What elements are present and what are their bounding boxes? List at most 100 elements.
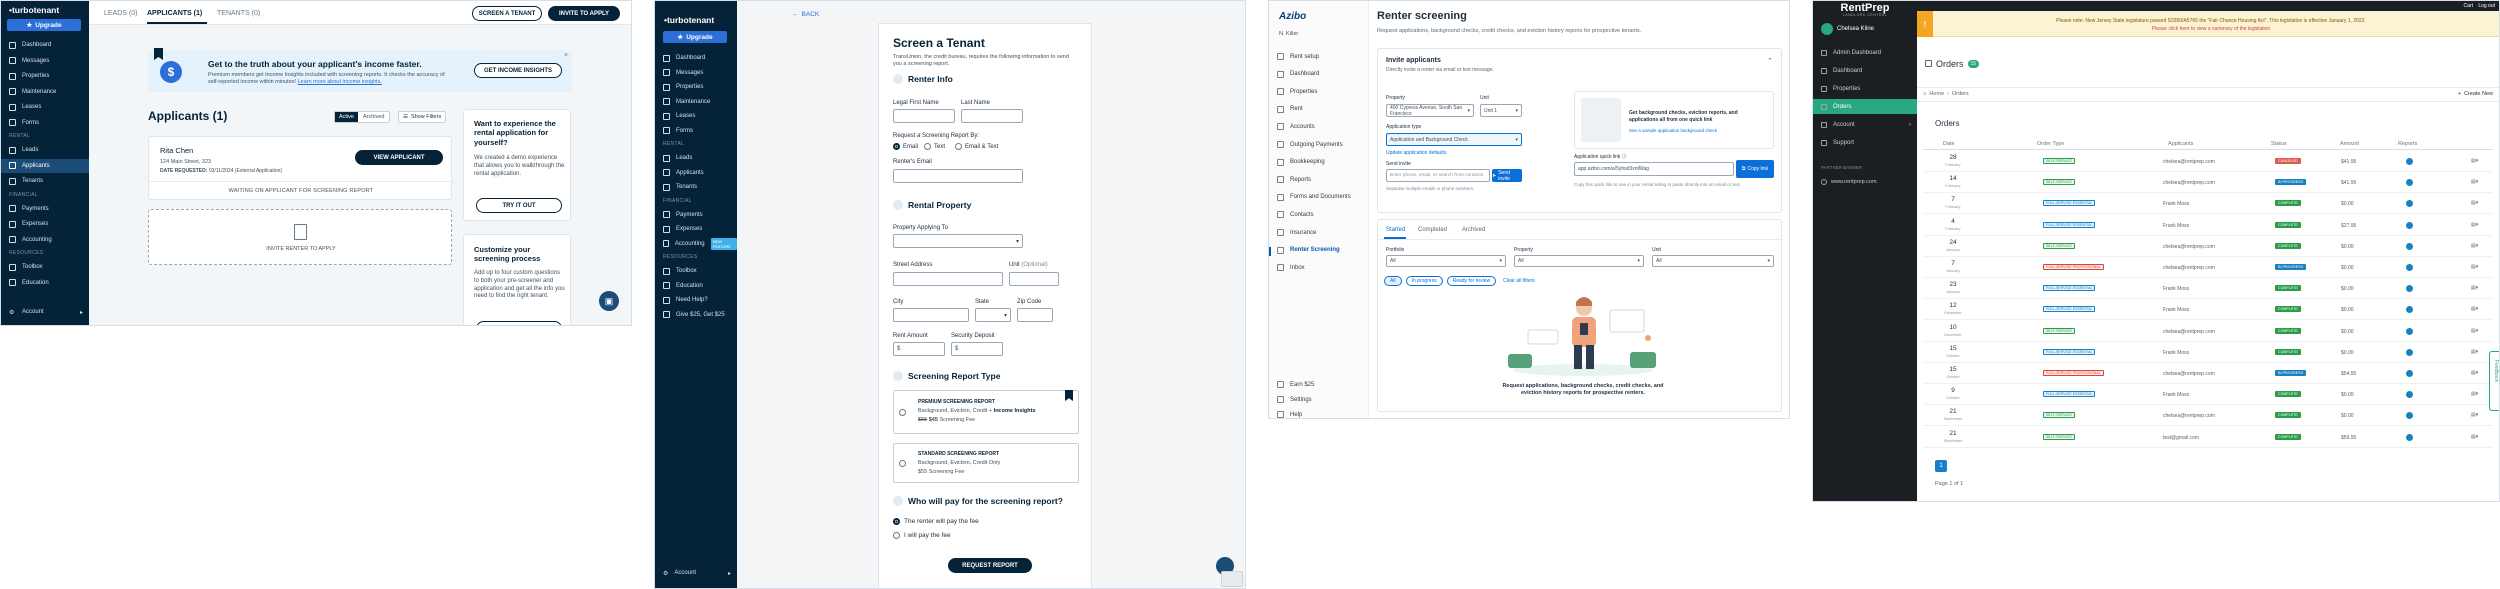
sidebar-item-leads[interactable]: Leads [655,151,737,165]
view-report-icon[interactable] [2406,264,2413,271]
column-header-amount[interactable]: Amount [2340,141,2359,147]
table-row[interactable]: 21 September SELF-SERVICE chelsea@rentprep.… [1923,405,2493,427]
sidebar-item-accounting[interactable]: Accounting NEW FEATURE [655,237,737,251]
column-header-status[interactable]: Status [2271,141,2287,147]
sidebar-item-applicants[interactable]: Applicants [655,166,737,180]
copy-link-button[interactable]: ⧉ Copy link [1736,160,1774,178]
first-name-input[interactable] [893,109,955,123]
sidebar-item-properties[interactable]: Properties [655,80,737,94]
row-actions-menu-icon[interactable]: ▤▾ [2471,349,2478,355]
sidebar-item-messages[interactable]: Messages [655,66,737,80]
unit-select[interactable]: Unit 1 ▾ [1480,104,1522,117]
filter-active-button[interactable]: Active [335,112,358,122]
view-report-icon[interactable] [2406,242,2413,250]
view-report-icon[interactable] [2406,370,2413,377]
state-select[interactable]: ▾ [975,308,1011,322]
sidebar-item-outgoing-payments[interactable]: Outgoing Payments [1277,141,1343,148]
screen-tenant-button[interactable]: SCREEN A TENANT [472,6,542,21]
sidebar-item-admin-dashboard[interactable]: Admin Dashboard [1813,45,1917,60]
sidebar-item-leads[interactable]: Leads [1,143,89,157]
sidebar-item-expenses[interactable]: Expenses [1,217,89,231]
view-report-icon[interactable] [2406,179,2413,187]
sidebar-item-orders[interactable]: Orders [1813,99,1917,114]
table-row[interactable]: 12 December FULL-SERVICE ESSENTIAL Frank Mo… [1923,299,2493,321]
row-actions-menu-icon[interactable]: ▤▾ [2471,285,2478,291]
sidebar-item-rent[interactable]: Rent [1277,105,1303,113]
tab-archived[interactable]: Archived [1462,227,1485,233]
view-report-icon[interactable] [2406,348,2413,356]
column-header-order-type[interactable]: Order Type [2037,141,2064,147]
view-report-icon[interactable] [2406,200,2413,208]
column-header-reports[interactable]: Reports [2398,141,2417,147]
street-input[interactable] [893,272,1003,286]
sidebar-item-accounts[interactable]: Accounts [1277,123,1315,131]
banner-learn-more-link[interactable]: Learn more about income insights. [298,79,382,85]
breadcrumb-home[interactable]: Home [1929,91,1944,97]
table-row[interactable]: 15 October FULL-SERVICE ESSENTIAL Frank Mos… [1923,342,2493,363]
sidebar-item-dashboard[interactable]: Dashboard [1,38,89,52]
logout-link[interactable]: Log out [2478,3,2495,9]
tab-completed[interactable]: Completed [1418,227,1447,233]
table-row[interactable]: 24 January SELF-SERVICE chelsea@rentprep.co… [1923,236,2493,257]
view-report-icon[interactable] [2406,412,2413,420]
view-report-icon[interactable] [2406,433,2413,441]
row-actions-menu-icon[interactable]: ▤▾ [2471,179,2478,185]
table-row[interactable]: 23 January FULL-SERVICE ESSENTIAL Frank Mos… [1923,278,2493,300]
create-new-button[interactable]: + Create New [2458,91,2493,97]
sidebar-item-account[interactable]: ⚙ Account ▸ [1,305,89,319]
try-it-out-button[interactable]: TRY IT OUT [476,198,562,213]
view-applicant-button[interactable]: VIEW APPLICANT [355,150,443,165]
tab-started[interactable]: Started [1386,227,1405,233]
feedback-tab[interactable]: Feedback [2489,351,2499,411]
send-invite-input[interactable]: Enter phone, email, or search from conta… [1386,169,1490,182]
send-invite-button[interactable]: ➤ Send invite [1492,169,1522,182]
view-report-icon[interactable] [2406,285,2413,293]
customize-button[interactable] [476,321,562,325]
alert-link[interactable]: Please click here to view a summary of t… [1941,26,2481,32]
renter-pays-option[interactable]: The renter will pay the fee [893,518,979,525]
row-actions-menu-icon[interactable]: ▤▾ [2471,158,2478,164]
quick-link-input[interactable]: app.azibo.com/a/5yhsd3xntWag [1574,162,1734,176]
sidebar-item-properties[interactable]: Properties [1277,88,1317,96]
chat-support-icon[interactable]: ▣ [599,291,619,311]
sidebar-item-support[interactable]: Support [1813,135,1917,150]
invite-renter-dropzone[interactable]: INVITE RENTER TO APPLY [148,209,452,265]
view-report-icon[interactable] [2406,158,2413,165]
row-actions-menu-icon[interactable]: ▤▾ [2471,391,2478,397]
standard-report-option[interactable]: STANDARD SCREENING REPORT Background, Ev… [893,443,1079,483]
row-actions-menu-icon[interactable]: ▤▾ [2471,264,2478,270]
tab-leads[interactable]: LEADS (0) [104,10,137,17]
sidebar-item-renter-screening[interactable]: Renter Screening [1277,246,1340,254]
sidebar-item-tenants[interactable]: Tenants [1,174,89,188]
sidebar-item-dashboard[interactable]: Dashboard [1813,63,1917,78]
partner-link[interactable]: www.rentprep.com [1821,179,1877,185]
sidebar-item-messages[interactable]: Messages [1,54,89,68]
property-filter-select[interactable]: All ▾ [1514,255,1644,267]
row-actions-menu-icon[interactable]: ▤▾ [2471,412,2478,418]
row-actions-menu-icon[interactable]: ▤▾ [2471,306,2478,312]
sidebar-item-forms[interactable]: Forms [655,124,737,138]
sidebar-item-payments[interactable]: Payments [655,208,737,222]
column-header-date[interactable]: Date [1943,141,1955,147]
unit-filter-select[interactable]: All ▾ [1652,255,1774,267]
pagination-page-1[interactable]: 1 [1935,460,1947,472]
sidebar-item-account[interactable]: Account › [1813,117,1917,132]
sidebar-item-bookkeeping[interactable]: Bookkeeping [1277,158,1325,166]
upgrade-button[interactable]: ★ Upgrade [663,31,727,43]
request-report-button[interactable]: REQUEST REPORT [948,558,1032,573]
sidebar-item-expenses[interactable]: Expenses [655,222,737,236]
city-input[interactable] [893,308,969,322]
table-row[interactable]: 28 February SELF-SERVICE chelsea@rentprep.c… [1923,151,2493,172]
sidebar-item-maintenance[interactable]: Maintenance [655,95,737,109]
sidebar-item-tenants[interactable]: Tenants [655,180,737,194]
table-row[interactable]: 14 February SELF-SERVICE chelsea@rentprep.c… [1923,172,2493,194]
close-icon[interactable]: × [564,52,568,59]
sidebar-item-forms-and-documents[interactable]: Forms and Documents [1277,193,1351,201]
filter-archived-button[interactable]: Archived [358,114,389,120]
sidebar-item-toolbox[interactable]: Toolbox [1,260,89,274]
option-email-and-text[interactable]: Email & Text [955,143,998,150]
option-text[interactable]: Text [924,143,945,150]
sidebar-item-leases[interactable]: Leases [655,109,737,123]
sidebar-item-payments[interactable]: Payments [1,202,89,216]
rent-amount-input[interactable]: $ [893,342,945,356]
